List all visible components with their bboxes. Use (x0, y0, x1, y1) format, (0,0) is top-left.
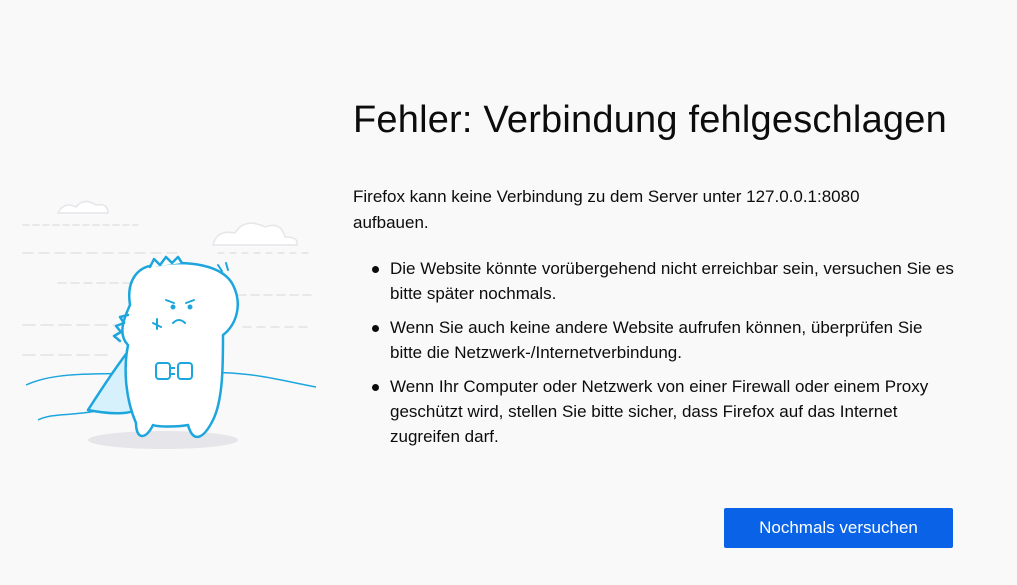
error-page: Fehler: Verbindung fehlgeschlagen Firefo… (0, 0, 1017, 585)
tip-item: Die Website könnte vorübergehend nicht e… (372, 256, 955, 306)
tip-item: Wenn Sie auch keine andere Website aufru… (372, 315, 955, 365)
tip-item: Wenn Ihr Computer oder Netzwerk von eine… (372, 374, 955, 449)
unplugged-dinosaur-illustration (22, 200, 317, 449)
error-short-description: Firefox kann keine Verbindung zu dem Ser… (353, 186, 860, 232)
error-title: Fehler: Verbindung fehlgeschlagen (353, 99, 947, 141)
error-tips-list: Die Website könnte vorübergehend nicht e… (353, 256, 955, 449)
try-again-button[interactable]: Nochmals versuchen (724, 508, 953, 548)
error-content: Fehler: Verbindung fehlgeschlagen Firefo… (353, 98, 963, 458)
